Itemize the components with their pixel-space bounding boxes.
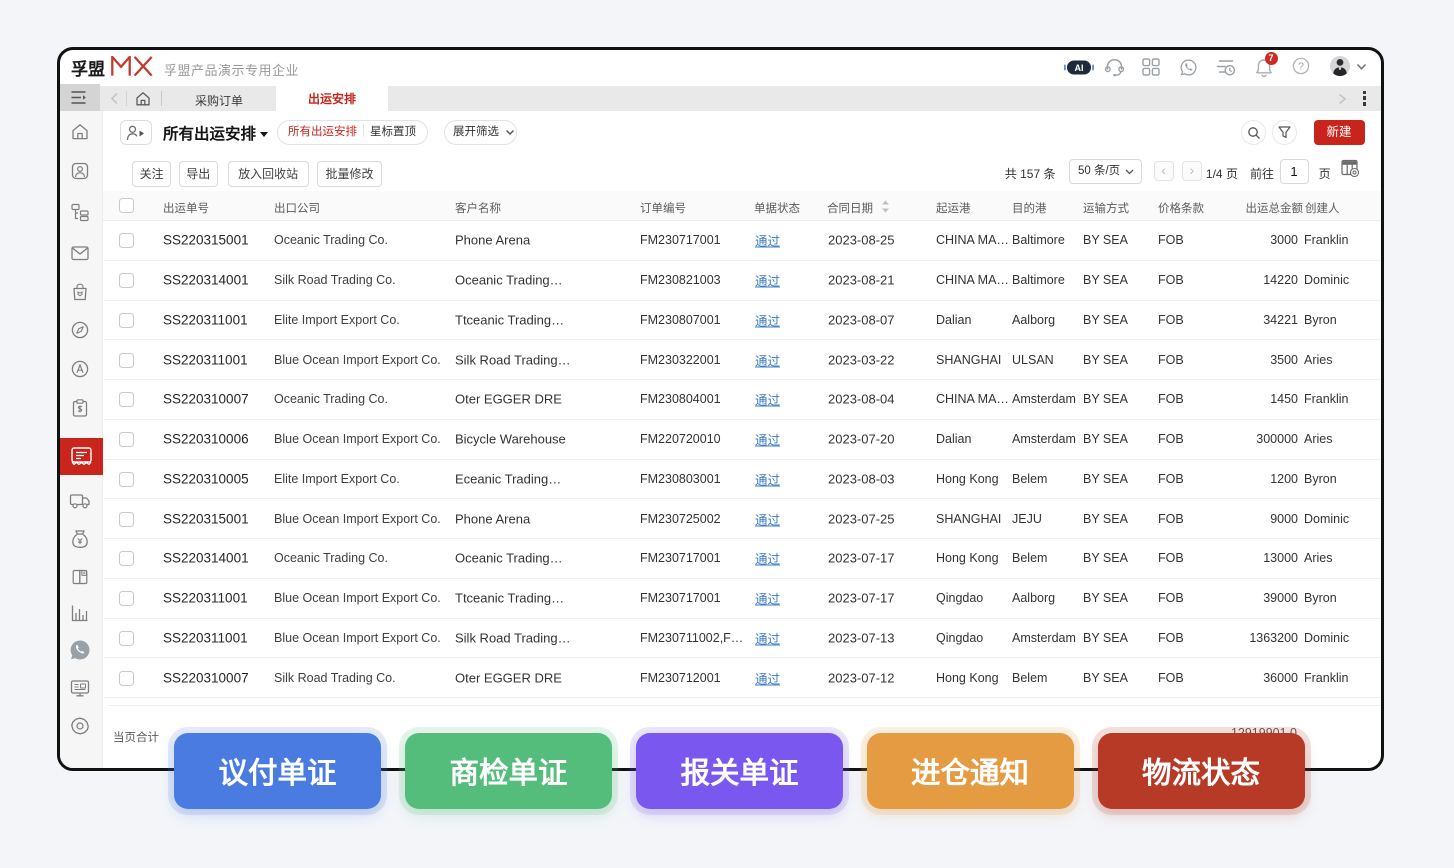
svg-text:AI: AI [1075, 63, 1084, 73]
svg-text:?: ? [1298, 61, 1304, 73]
